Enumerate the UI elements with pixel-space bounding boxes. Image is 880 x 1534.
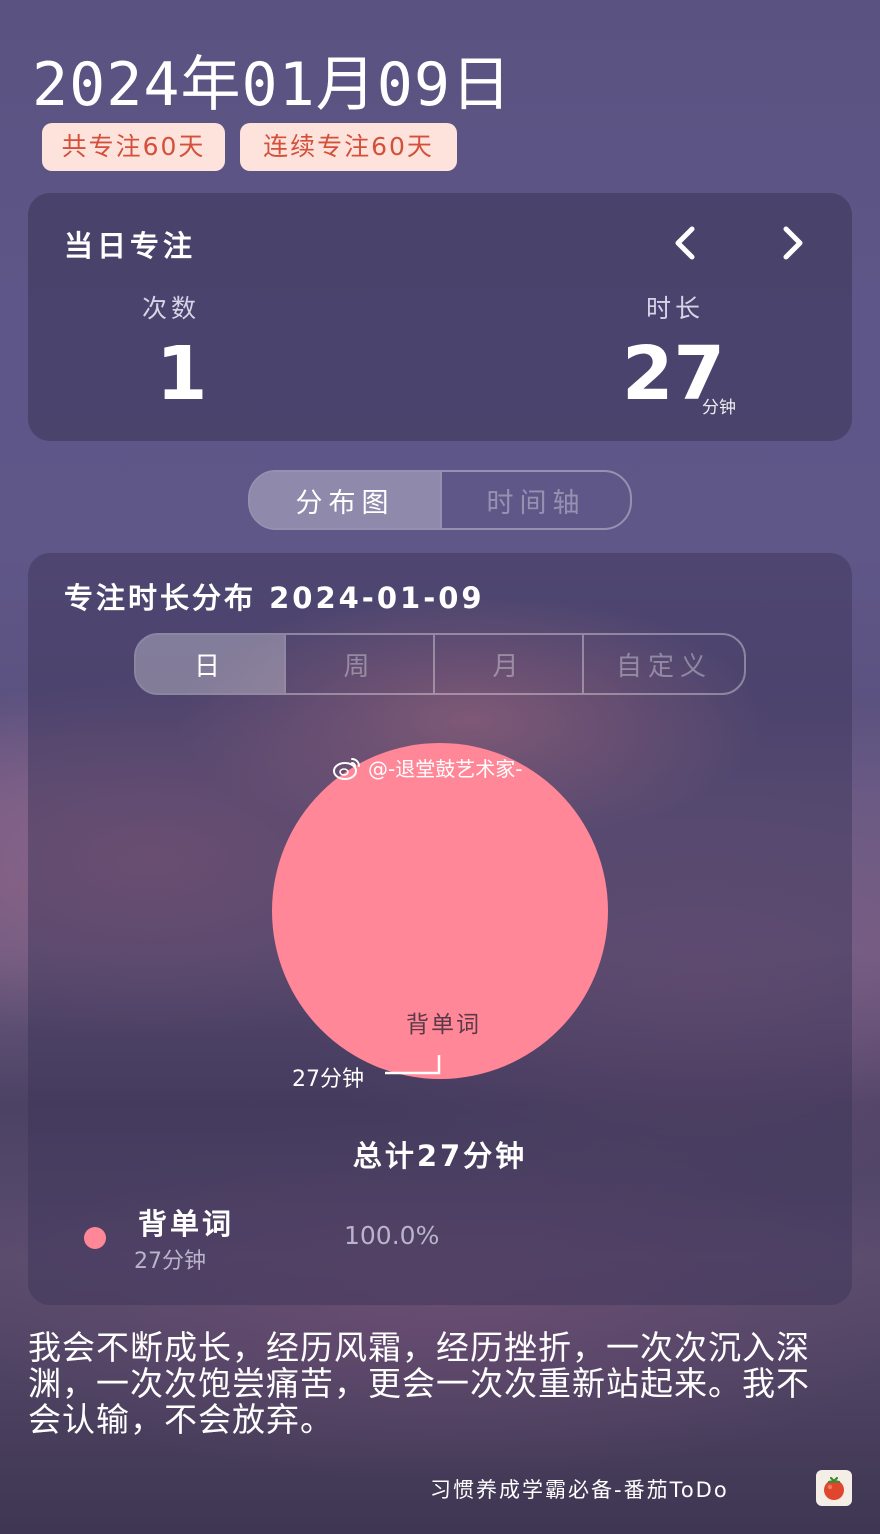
pie-slice-value: 27分钟 (292, 1067, 364, 1092)
legend-item-name: 背单词 (138, 1207, 235, 1241)
duration-label: 时长 (646, 294, 705, 323)
daily-focus-title: 当日专注 (64, 229, 197, 263)
tab-day[interactable]: 日 (136, 635, 284, 693)
count-value: 1 (156, 331, 208, 417)
tab-month[interactable]: 月 (433, 635, 582, 693)
chevron-left-icon (675, 226, 695, 260)
daily-focus-card: 当日专注 次数 1 时长 27 分钟 (28, 193, 852, 441)
date-title: 2024年01月09日 (32, 50, 512, 120)
tomato-icon (824, 1476, 844, 1500)
view-switch: 分布图 时间轴 (248, 470, 632, 530)
weibo-watermark: @-退堂鼓艺术家- (332, 753, 522, 782)
tab-distribution[interactable]: 分布图 (250, 472, 440, 528)
app-logo (816, 1470, 852, 1506)
tab-timeline[interactable]: 时间轴 (440, 472, 630, 528)
duration-unit: 分钟 (702, 398, 736, 418)
legend-item-duration: 27分钟 (134, 1249, 206, 1274)
weibo-icon (333, 757, 360, 780)
count-label: 次数 (142, 294, 201, 323)
pie-leader-line (385, 1055, 441, 1075)
motivational-quote: 我会不断成长，经历风霜，经历挫折，一次次沉入深渊，一次次饱尝痛苦，更会一次次重新… (28, 1328, 810, 1439)
next-day-button[interactable] (772, 221, 812, 265)
pie-slice-label: 背单词 (406, 1012, 481, 1038)
chevron-right-icon (783, 226, 803, 260)
period-switch: 日 周 月 自定义 (134, 633, 746, 695)
previous-day-button[interactable] (666, 221, 706, 265)
screen: 2024年01月09日 共专注60天 连续专注60天 当日专注 次数 1 时长 … (0, 0, 880, 1534)
footer-slogan: 习惯养成学霸必备-番茄ToDo (430, 1478, 729, 1502)
legend-color-dot (84, 1227, 106, 1249)
total-days-badge: 共专注60天 (42, 123, 225, 171)
streak-days-badge: 连续专注60天 (240, 123, 457, 171)
legend-item-percent: 100.0% (344, 1221, 440, 1250)
tab-week[interactable]: 周 (284, 635, 433, 693)
distribution-title: 专注时长分布 2024-01-09 (64, 581, 485, 615)
total-duration: 总计27分钟 (352, 1139, 528, 1173)
distribution-card: 专注时长分布 2024-01-09 日 周 月 自定义 @-退堂鼓艺术家- 背单… (28, 553, 852, 1305)
watermark-text: @-退堂鼓艺术家- (368, 757, 523, 781)
tab-custom[interactable]: 自定义 (582, 635, 744, 693)
